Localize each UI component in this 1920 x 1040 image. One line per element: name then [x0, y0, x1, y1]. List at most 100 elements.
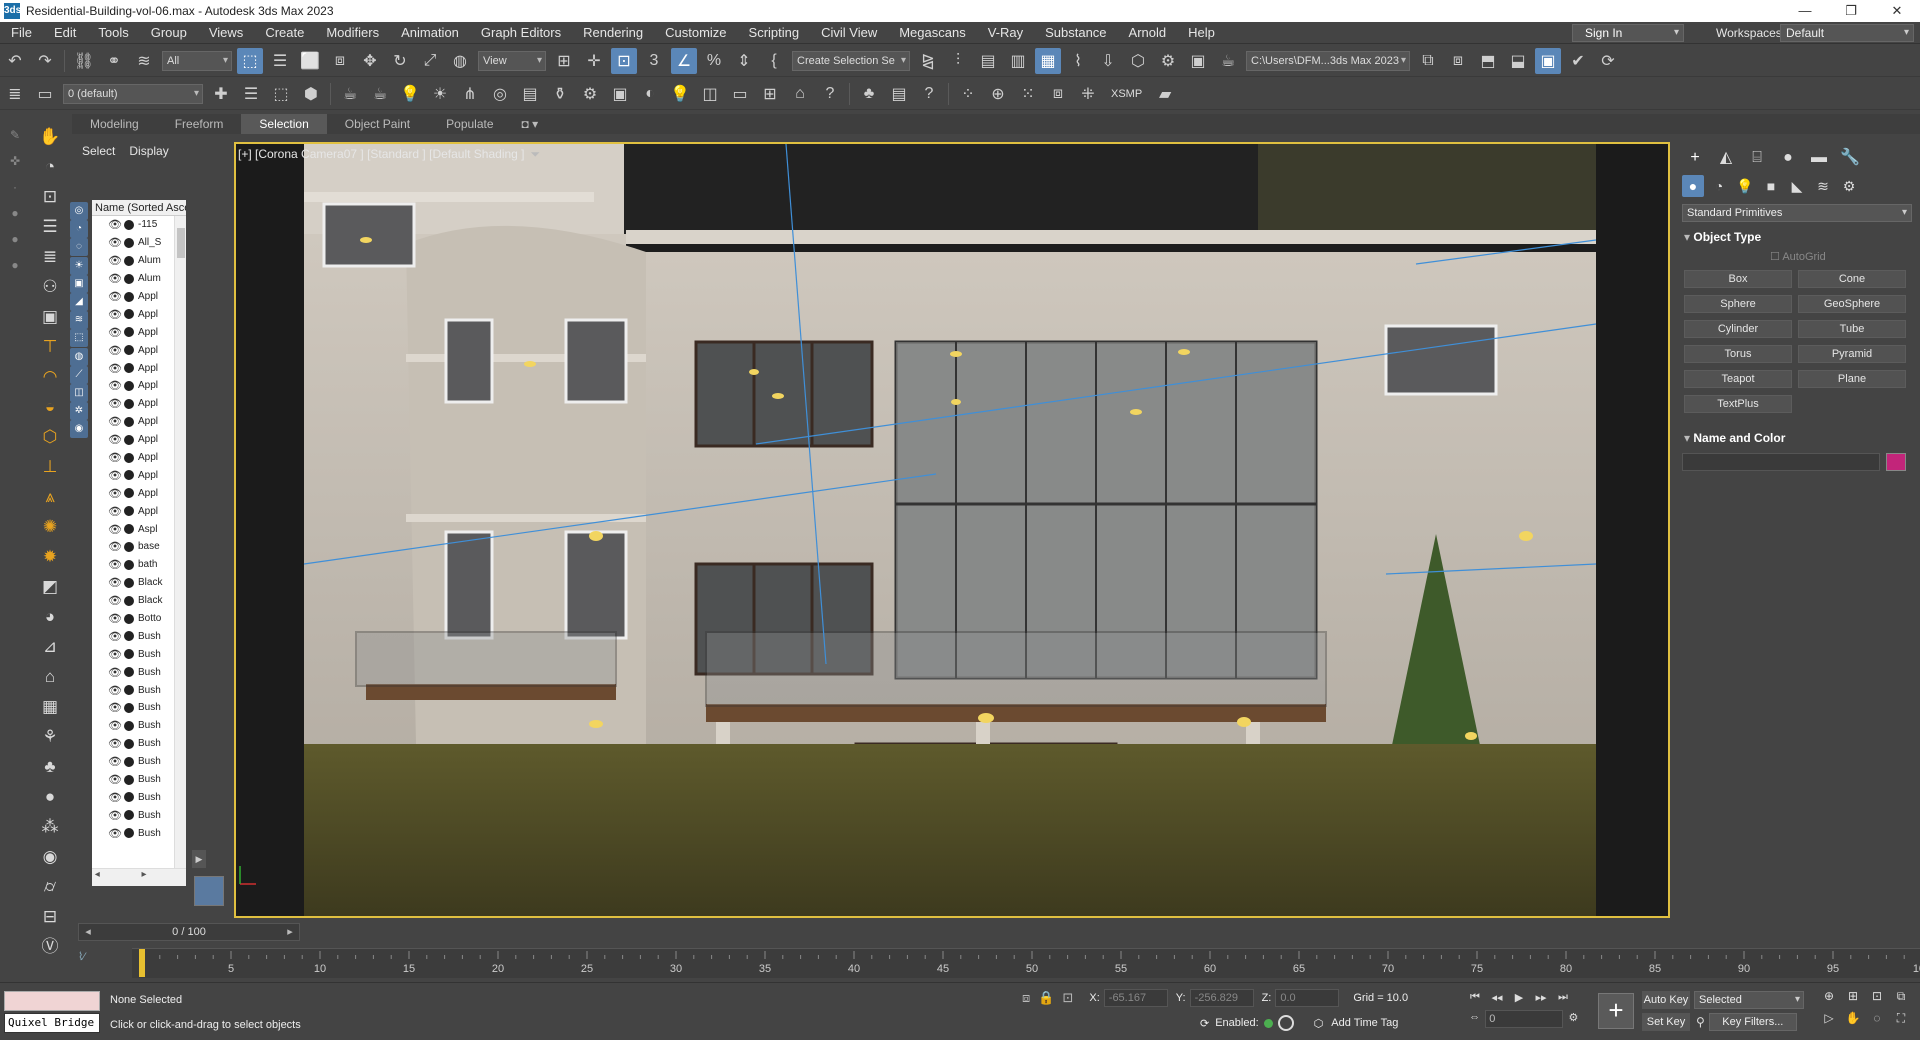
list-item[interactable]: 👁 Appl: [92, 413, 186, 431]
visibility-eye-icon[interactable]: 👁: [108, 379, 122, 392]
object-color-swatch[interactable]: [1886, 453, 1906, 471]
material-editor-icon[interactable]: ⬡: [1125, 48, 1151, 74]
visibility-eye-icon[interactable]: 👁: [108, 487, 122, 500]
building-icon[interactable]: ⌂: [35, 664, 65, 690]
move-icon[interactable]: ✥: [357, 48, 383, 74]
select-manipulate-icon[interactable]: ✛: [581, 48, 607, 74]
list-item[interactable]: 👁 Bush: [92, 753, 186, 771]
gear-icon[interactable]: ⚙: [577, 81, 603, 107]
fur-icon[interactable]: ⋔: [457, 81, 483, 107]
tree-icon[interactable]: ♣: [856, 81, 882, 107]
close-icon[interactable]: ✕: [1874, 0, 1920, 22]
tree-icon[interactable]: ♣: [35, 754, 65, 780]
select-in-layer-icon[interactable]: ⬚: [268, 81, 294, 107]
grass-icon[interactable]: ⚘: [35, 724, 65, 750]
cylinder-button[interactable]: Cylinder: [1684, 320, 1792, 338]
sun-icon[interactable]: ☀: [427, 81, 453, 107]
layers-icon[interactable]: ≣: [35, 244, 65, 270]
save-project-icon[interactable]: ⧈: [1445, 48, 1471, 74]
select-object-icon[interactable]: ⬚: [237, 47, 263, 74]
list-item[interactable]: 👁 Appl: [92, 466, 186, 484]
mirror-icon[interactable]: ⧎: [915, 48, 941, 74]
binoculars-icon[interactable]: ⚇: [35, 274, 65, 300]
bones-filter-icon[interactable]: ⟋: [70, 365, 88, 384]
menu-help[interactable]: Help: [1177, 25, 1226, 40]
scroll-thumb[interactable]: [177, 228, 185, 258]
list-item[interactable]: 👁 Appl: [92, 305, 186, 323]
pan-icon[interactable]: ✋: [1842, 1011, 1864, 1031]
window-crossing-icon[interactable]: ⧈: [327, 48, 353, 74]
frame-buffer-icon[interactable]: ▣: [607, 81, 633, 107]
freeze-toggle-icon[interactable]: [124, 720, 134, 731]
anchor-icon[interactable]: ✜: [5, 151, 25, 171]
visibility-eye-icon[interactable]: 👁: [108, 630, 122, 643]
key-tangent-icon[interactable]: ⚲: [1696, 1015, 1705, 1029]
maxscript-input[interactable]: Quixel Bridge: [4, 1013, 100, 1033]
y-coordinate-field[interactable]: -256.829: [1189, 989, 1254, 1007]
project-export-icon[interactable]: ⬓: [1505, 48, 1531, 74]
z-coordinate-field[interactable]: 0.0: [1275, 989, 1340, 1007]
previous-frame-icon[interactable]: ◂◂: [1486, 991, 1508, 1004]
frozen-filter-icon[interactable]: ✲: [70, 402, 88, 421]
add-to-layer-icon[interactable]: ✚: [208, 81, 234, 107]
vertical-scrollbar[interactable]: [174, 216, 186, 868]
helpers-filter-icon[interactable]: ◢: [70, 292, 88, 311]
geometry-filter-icon[interactable]: ◔: [70, 220, 88, 239]
list-item[interactable]: 👁 Appl: [92, 288, 186, 306]
list-item[interactable]: 👁 Bush: [92, 789, 186, 807]
sign-in-button[interactable]: Sign In: [1572, 24, 1684, 42]
list-item[interactable]: 👁 Bush: [92, 735, 186, 753]
set-key-button[interactable]: +: [1598, 993, 1634, 1029]
containers-filter-icon[interactable]: ◫: [70, 383, 88, 402]
current-frame-input[interactable]: 0: [1485, 1010, 1563, 1028]
visibility-eye-icon[interactable]: 👁: [108, 576, 122, 589]
help-circle-icon[interactable]: ?: [817, 81, 843, 107]
ribbon-options-icon[interactable]: ◘ ▾: [522, 117, 539, 131]
zoom-icon[interactable]: ⊕: [1818, 989, 1840, 1009]
select-by-name-icon[interactable]: ☰: [267, 48, 293, 74]
visibility-eye-icon[interactable]: 👁: [108, 451, 122, 464]
starburst-icon[interactable]: ✹: [35, 544, 65, 570]
helpers-icon[interactable]: ◣: [1786, 175, 1808, 197]
named-selection-select[interactable]: Create Selection Se: [792, 50, 910, 71]
question-icon[interactable]: ?: [916, 81, 942, 107]
sun-icon[interactable]: ✺: [35, 514, 65, 540]
list-item[interactable]: 👁 Aspl: [92, 520, 186, 538]
modify-tab-icon[interactable]: ◭: [1713, 146, 1739, 170]
visibility-eye-icon[interactable]: 👁: [108, 290, 122, 303]
rect-selection-region-icon[interactable]: ⬜: [297, 48, 323, 74]
absolute-mode-icon[interactable]: ⊡: [1062, 990, 1073, 1006]
tab-display[interactable]: Display: [129, 144, 168, 158]
freeze-toggle-icon[interactable]: [124, 309, 134, 320]
redo-icon[interactable]: ↷: [32, 48, 58, 74]
cube-icon[interactable]: ◩: [35, 574, 65, 600]
object-name-input[interactable]: [1682, 453, 1880, 471]
scene-list[interactable]: Name (Sorted Ascending) 👁 -115 👁 All_S 👁 Alum…: [92, 200, 186, 886]
funnel-icon[interactable]: ⏷: [531, 147, 541, 161]
selection-filter-select[interactable]: All: [162, 50, 232, 71]
spotlight-icon[interactable]: ⊥: [35, 454, 65, 480]
shapes-filter-icon[interactable]: ◌: [70, 238, 88, 257]
freeze-toggle-icon[interactable]: [124, 363, 134, 374]
bulb-icon[interactable]: ◉: [35, 844, 65, 870]
menu-megascans[interactable]: Megascans: [888, 25, 976, 40]
bulb-icon[interactable]: 💡: [667, 81, 693, 107]
disc-icon[interactable]: ●: [5, 203, 25, 223]
decal-icon[interactable]: ⌂: [787, 81, 813, 107]
freeze-toggle-icon[interactable]: [124, 524, 134, 535]
camera-icon[interactable]: ▣: [35, 304, 65, 330]
unlink-icon[interactable]: ⚭: [101, 48, 127, 74]
visibility-eye-icon[interactable]: 👁: [108, 648, 122, 661]
prev-frame-arrow-icon[interactable]: ◂: [81, 924, 95, 940]
toggle-ribbon-icon[interactable]: ▦: [1035, 47, 1061, 74]
explorer-toggle-button[interactable]: [194, 876, 224, 906]
visibility-eye-icon[interactable]: 👁: [108, 809, 122, 822]
sync-icon[interactable]: ⟳: [1595, 48, 1621, 74]
menu-rendering[interactable]: Rendering: [572, 25, 654, 40]
brush-icon[interactable]: ✎: [5, 125, 25, 145]
checkmark-icon[interactable]: ✔: [1565, 48, 1591, 74]
time-slider[interactable]: ◂ 0 / 100 ▸: [78, 923, 300, 941]
layer-props-icon[interactable]: ⬢: [298, 81, 324, 107]
render-production-icon[interactable]: ☕: [1215, 48, 1241, 74]
menu-tools[interactable]: Tools: [87, 25, 139, 40]
